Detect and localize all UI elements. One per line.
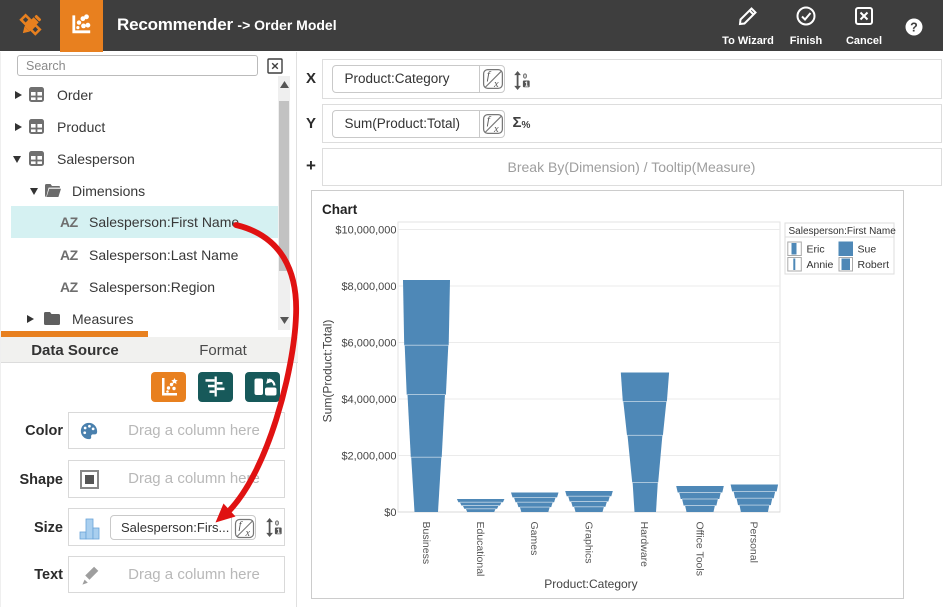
svg-text:Personal: Personal xyxy=(748,522,760,563)
svg-text:$2,000,000: $2,000,000 xyxy=(341,451,396,463)
svg-text:Annie: Annie xyxy=(807,259,834,271)
svg-text:Office Tools: Office Tools xyxy=(693,522,705,576)
svg-text:x: x xyxy=(493,79,499,90)
svg-text:$10,000,000: $10,000,000 xyxy=(335,225,396,237)
svg-text:?: ? xyxy=(910,21,918,35)
svg-text:f: f xyxy=(486,70,491,82)
svg-text:Product:Category: Product:Category xyxy=(544,577,637,591)
svg-text:$6,000,000: $6,000,000 xyxy=(341,338,396,350)
svg-text:f: f xyxy=(486,115,491,127)
svg-text:Salesperson:First Name: Salesperson:First Name xyxy=(789,226,897,237)
svg-text:Robert: Robert xyxy=(858,259,890,271)
svg-text:x: x xyxy=(493,123,499,134)
svg-text:$0: $0 xyxy=(384,507,396,519)
svg-text:Sum(Product:Total): Sum(Product:Total) xyxy=(321,320,335,423)
svg-text:Games: Games xyxy=(528,522,540,556)
svg-text:Business: Business xyxy=(420,522,432,565)
svg-text:Eric: Eric xyxy=(807,244,825,256)
svg-text:Sue: Sue xyxy=(858,244,877,256)
svg-text:Hardware: Hardware xyxy=(638,522,650,568)
svg-text:Graphics: Graphics xyxy=(582,522,594,564)
svg-text:$4,000,000: $4,000,000 xyxy=(341,394,396,406)
svg-text:Educational: Educational xyxy=(474,522,486,577)
svg-text:$8,000,000: $8,000,000 xyxy=(341,281,396,293)
svg-text:f: f xyxy=(239,520,244,532)
svg-text:1: 1 xyxy=(524,79,528,88)
svg-text:Chart: Chart xyxy=(322,202,358,217)
svg-text:x: x xyxy=(245,528,251,539)
svg-text:1: 1 xyxy=(277,526,281,535)
